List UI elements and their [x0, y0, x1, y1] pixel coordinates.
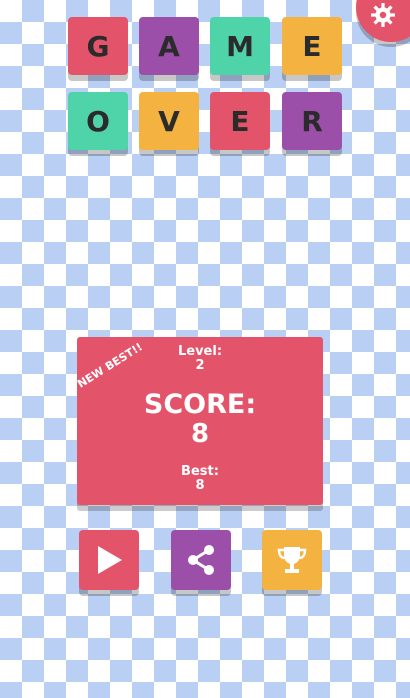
level-value: 2 [195, 358, 205, 373]
title-tile: O [68, 92, 128, 150]
title-tile: E [282, 17, 342, 75]
title-tile: R [282, 92, 342, 150]
score-value: 8 [190, 419, 210, 449]
gear-icon [371, 3, 395, 27]
level-block: Level: 2 [77, 345, 323, 373]
level-label: Level: [177, 344, 223, 359]
score-label: SCORE: [143, 389, 257, 420]
title-tile: G [68, 17, 128, 75]
best-label: Best: [181, 464, 219, 479]
title-tile: A [139, 17, 199, 75]
leaderboard-button[interactable] [262, 530, 322, 590]
play-icon [98, 546, 122, 574]
results-card: NEW BEST!! Level: 2 SCORE: 8 Best: 8 [75, 337, 323, 505]
best-block: Best: 8 [77, 465, 323, 493]
title-tile: V [139, 92, 199, 150]
settings-button[interactable] [356, 0, 410, 42]
share-icon [188, 545, 214, 575]
title-tile: M [210, 17, 270, 75]
title-tile: E [210, 92, 270, 150]
trophy-icon [277, 547, 307, 573]
share-button[interactable] [171, 530, 231, 590]
play-button[interactable] [79, 530, 139, 590]
best-value: 8 [195, 478, 205, 493]
